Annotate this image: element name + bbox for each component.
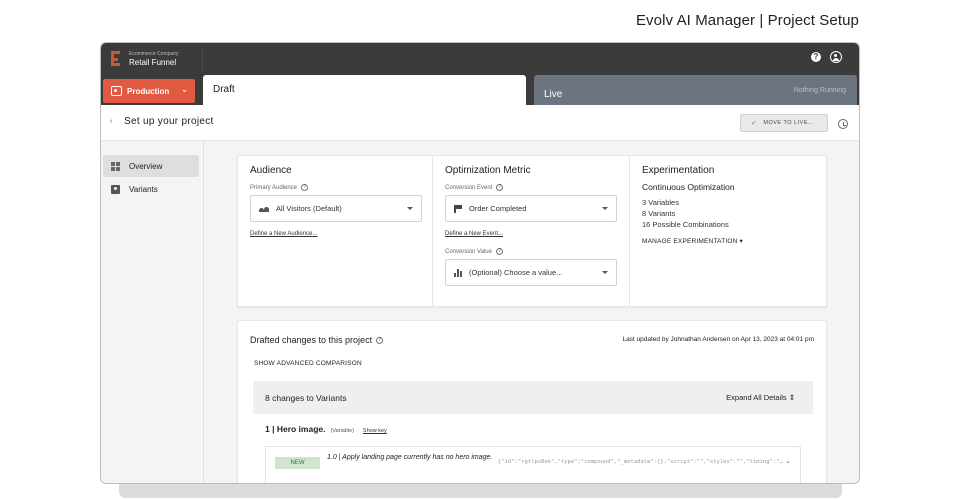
new-badge: NEW <box>275 457 320 469</box>
audience-value: All Visitors (Default) <box>276 204 342 213</box>
conversion-value-text: Conversion Value <box>445 248 492 255</box>
drafted-changes-card: Drafted changes to this project ? Last u… <box>237 320 827 483</box>
company-name: Retail Funnel <box>129 57 177 67</box>
sidebar: Overview Variants <box>101 141 204 483</box>
expand-all-button[interactable]: Expand All Details ⇕ <box>726 393 795 402</box>
variables-count: 3 Variables <box>642 198 679 207</box>
project-header: ‹ Set up your project ✓ MOVE TO LIVE... <box>101 105 859 141</box>
tab-live[interactable]: Live Nothing Running <box>534 75 857 105</box>
caret-down-icon <box>602 207 608 210</box>
define-audience-link[interactable]: Define a New Audience... <box>250 231 420 237</box>
last-updated: Last updated by Johnathan Andersen on Ap… <box>622 336 814 343</box>
chevron-down-icon[interactable]: ⌄ <box>785 457 791 465</box>
variable-tag: (Variable) <box>330 428 354 434</box>
logo-icon <box>111 51 121 67</box>
conversion-event-select[interactable]: Order Completed <box>445 195 617 222</box>
page-title: Evolv AI Manager | Project Setup <box>635 12 859 29</box>
change-description: 1.0 | Apply landing page currently has n… <box>327 454 493 461</box>
help-icon[interactable]: ? <box>811 52 821 62</box>
environment-icon <box>111 86 122 96</box>
environment-tabs: Production ⌄ Draft Live Nothing Running <box>101 73 859 105</box>
conversion-event-value: Order Completed <box>469 204 527 213</box>
define-event-link[interactable]: Define a New Event... <box>445 231 617 237</box>
conversion-event-text: Conversion Event <box>445 184 493 191</box>
sidebar-item-variants[interactable]: Variants <box>103 178 199 200</box>
company-text: Ecommerce Company Retail Funnel <box>129 50 179 67</box>
audience-title: Audience <box>250 165 292 176</box>
info-icon[interactable]: ? <box>495 248 503 255</box>
caret-down-icon <box>602 271 608 274</box>
variable-title: 1 | Hero image. <box>265 424 326 434</box>
project-settings-card: Audience Primary Audience ? All Visitors… <box>237 155 827 307</box>
changes-summary-bar: 8 changes to Variants Expand All Details… <box>253 381 813 414</box>
project-title: Set up your project <box>124 116 214 127</box>
manage-experimentation-button[interactable]: MANAGE EXPERIMENTATION ▾ <box>642 237 816 245</box>
flag-icon <box>454 204 462 213</box>
back-icon[interactable]: ‹ <box>110 118 112 125</box>
drafted-changes-title: Drafted changes to this project ? <box>250 335 384 345</box>
primary-audience-text: Primary Audience <box>250 184 298 191</box>
info-icon[interactable]: ? <box>496 184 504 191</box>
audience-select[interactable]: All Visitors (Default) <box>250 195 422 222</box>
conversion-event-label: Conversion Event ? <box>445 184 617 191</box>
variable-header: 1 | Hero image. (Variable) Show key <box>265 424 387 434</box>
variant-icon <box>111 184 120 194</box>
sidebar-item-label: Variants <box>129 184 158 194</box>
environment-dropdown[interactable]: Production ⌄ <box>103 79 195 103</box>
conversion-value-placeholder: (Optional) Choose a value... <box>469 268 563 277</box>
experimentation-mode: Continuous Optimization <box>642 182 735 192</box>
chevron-down-icon: ⌄ <box>181 85 188 94</box>
company-switcher[interactable]: Ecommerce Company Retail Funnel <box>111 48 203 70</box>
app-window: Ecommerce Company Retail Funnel ? Produc… <box>100 42 860 484</box>
top-bar: Ecommerce Company Retail Funnel ? <box>101 43 859 73</box>
window-shadow <box>119 484 842 498</box>
change-json: {"id":"rgtlpv8ek","type":"compound","_me… <box>498 459 783 465</box>
conversion-value-label: Conversion Value ? <box>445 248 617 255</box>
sidebar-item-overview[interactable]: Overview <box>103 155 199 177</box>
info-icon[interactable]: ? <box>301 184 309 191</box>
primary-audience-label: Primary Audience ? <box>250 184 420 191</box>
grid-icon <box>111 161 120 171</box>
combinations-count: 16 Possible Combinations <box>642 220 729 229</box>
move-to-live-label: MOVE TO LIVE... <box>763 120 815 126</box>
info-icon[interactable]: ? <box>376 336 384 344</box>
experimentation-section: Experimentation Continuous Optimization … <box>630 156 828 306</box>
metric-section: Optimization Metric Conversion Event ? O… <box>433 156 630 306</box>
environment-label: Production <box>127 86 170 96</box>
bar-chart-icon <box>454 268 462 277</box>
history-icon[interactable] <box>838 119 848 129</box>
drafted-changes-text: Drafted changes to this project <box>250 335 373 345</box>
sidebar-item-label: Overview <box>129 161 163 171</box>
change-item[interactable]: NEW 1.0 | Apply landing page currently h… <box>265 446 801 483</box>
people-icon <box>259 206 269 212</box>
company-type: Ecommerce Company <box>129 50 179 57</box>
conversion-value-select[interactable]: (Optional) Choose a value... <box>445 259 617 286</box>
show-advanced-comparison-button[interactable]: SHOW ADVANCED COMPARISON <box>254 360 362 367</box>
show-key-link[interactable]: Show key <box>363 428 387 434</box>
changes-count: 8 changes to Variants <box>265 393 347 403</box>
audience-section: Audience Primary Audience ? All Visitors… <box>238 156 433 306</box>
variants-count: 8 Variants <box>642 209 676 218</box>
user-icon[interactable] <box>830 51 842 63</box>
live-status: Nothing Running <box>793 87 846 94</box>
move-to-live-button[interactable]: ✓ MOVE TO LIVE... <box>740 114 828 132</box>
caret-down-icon <box>407 207 413 210</box>
tab-live-label: Live <box>544 89 563 100</box>
metric-title: Optimization Metric <box>445 165 531 176</box>
tab-draft-label: Draft <box>213 84 235 95</box>
experimentation-title: Experimentation <box>642 165 715 176</box>
check-icon: ✓ <box>751 120 758 127</box>
tab-draft[interactable]: Draft <box>203 75 526 105</box>
